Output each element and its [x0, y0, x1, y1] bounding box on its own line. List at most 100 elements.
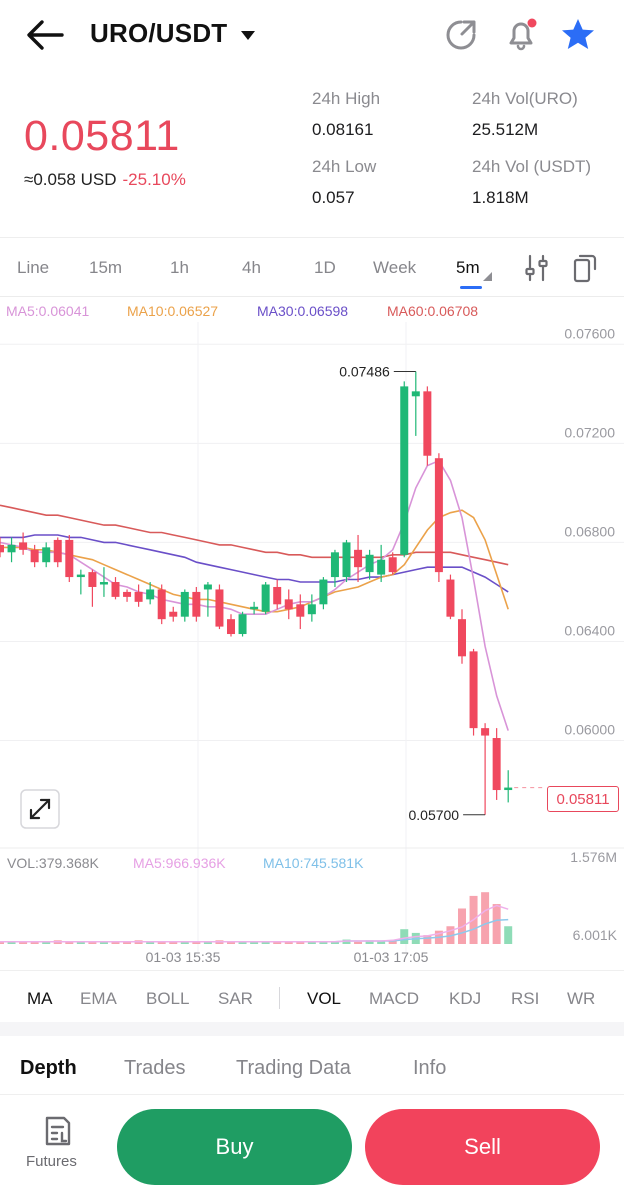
tab-trades[interactable]: Trades	[124, 1057, 186, 1080]
indicator-bar: MA EMA BOLL SAR VOL MACD KDJ RSI WR	[0, 970, 624, 1023]
vol-quote-label: 24h Vol (USDT)	[472, 157, 592, 176]
candle-body	[330, 552, 339, 578]
candle-body	[388, 557, 397, 573]
candle-body	[203, 584, 212, 590]
indicator-vol[interactable]: VOL	[307, 989, 341, 1009]
tab-trading-data[interactable]: Trading Data	[236, 1057, 351, 1080]
tab-4h[interactable]: 4h	[242, 258, 261, 278]
candle-body	[377, 559, 386, 575]
indicator-sar[interactable]: SAR	[218, 989, 253, 1009]
tab-5m[interactable]: 5m	[456, 258, 480, 278]
price-axis-label: 0.06800	[564, 523, 615, 539]
candle-body	[446, 579, 455, 617]
indicator-boll[interactable]: BOLL	[146, 989, 189, 1009]
candle-body	[319, 579, 328, 605]
sell-button[interactable]: Sell	[365, 1109, 600, 1185]
indicator-wr[interactable]: WR	[567, 989, 595, 1009]
volume-bar	[400, 929, 409, 944]
vol-ma10-legend: MA10:745.581K	[263, 855, 364, 871]
price-axis-label: 0.06400	[564, 622, 615, 638]
indicator-kdj[interactable]: KDJ	[449, 989, 481, 1009]
back-arrow-icon[interactable]	[26, 18, 64, 52]
vol-base-label: 24h Vol(URO)	[472, 89, 578, 108]
candle-body	[227, 619, 235, 635]
indicator-ema[interactable]: EMA	[80, 989, 117, 1009]
candle-body	[192, 591, 201, 617]
candle-body	[261, 584, 270, 612]
candle-body	[411, 391, 420, 397]
top-bar: URO/USDT	[0, 0, 624, 72]
buy-button[interactable]: Buy	[117, 1109, 352, 1185]
candle-body	[423, 391, 432, 456]
tab-depth[interactable]: Depth	[20, 1057, 77, 1080]
ma10-line	[0, 509, 509, 613]
trade-actions: Futures Buy Sell	[0, 1094, 624, 1201]
time-axis-label: 01-03 17:05	[354, 949, 429, 965]
candle-body	[7, 544, 16, 553]
candle-body	[111, 582, 120, 597]
current-price-tag: 0.05811	[547, 786, 619, 812]
tab-1d[interactable]: 1D	[314, 258, 336, 278]
candle-body	[342, 542, 351, 578]
fiat-price-row: ≈0.058 USD -25.10%	[24, 170, 186, 190]
vol-legend: VOL:379.368K	[7, 855, 100, 871]
dropdown-caret-icon[interactable]	[240, 30, 256, 41]
vol-quote-value: 1.818M	[472, 188, 529, 207]
futures-label[interactable]: Futures	[26, 1153, 77, 1170]
volume-bar	[192, 942, 201, 944]
active-tab-indicator	[460, 286, 482, 289]
fiat-price: ≈0.058 USD	[24, 170, 117, 189]
candle-body	[0, 544, 4, 553]
time-axis-label: 01-03 15:35	[146, 949, 221, 965]
tab-info[interactable]: Info	[413, 1057, 446, 1080]
candle-body	[169, 611, 178, 617]
candle-body	[76, 574, 85, 578]
candle-body	[238, 614, 247, 635]
pair-title[interactable]: URO/USDT	[90, 18, 227, 49]
candle-body	[88, 572, 97, 587]
notification-bell-icon[interactable]	[503, 16, 539, 52]
price-axis-label: 0.07600	[564, 325, 615, 341]
candle-body	[434, 458, 443, 573]
price-axis-label: 0.07200	[564, 424, 615, 440]
tab-week[interactable]: Week	[373, 258, 416, 278]
ma5-line	[0, 459, 509, 731]
indicator-divider	[279, 987, 280, 1009]
candle-body	[99, 582, 108, 585]
volume-bar	[273, 942, 282, 944]
tab-line[interactable]: Line	[17, 258, 49, 278]
tab-15m[interactable]: 15m	[89, 258, 122, 278]
rotate-screen-icon[interactable]	[572, 253, 598, 283]
candle-body	[123, 591, 132, 597]
price-axis-label: 0.06000	[564, 722, 615, 738]
favorite-star-icon[interactable]	[560, 17, 596, 53]
section-gap	[0, 1022, 624, 1036]
candle-body	[307, 604, 316, 615]
ticker-panel: 0.05811 ≈0.058 USD -25.10% 24h High 0.081…	[0, 72, 624, 238]
price-change: -25.10%	[122, 170, 186, 189]
candle-body	[400, 386, 409, 555]
candle-body	[284, 599, 293, 610]
volume-bar	[354, 941, 363, 944]
last-price: 0.05811	[24, 112, 180, 160]
candle-body	[469, 651, 478, 729]
candle-body	[296, 604, 305, 617]
candle-body	[134, 591, 143, 602]
high-value: 0.08161	[312, 120, 374, 139]
fullscreen-expand-icon[interactable]	[20, 789, 60, 829]
tab-1h[interactable]: 1h	[170, 258, 189, 278]
ma30-line	[0, 534, 509, 593]
high-marker-label: 0.07486	[339, 364, 390, 380]
indicator-macd[interactable]: MACD	[369, 989, 419, 1009]
indicator-rsi[interactable]: RSI	[511, 989, 539, 1009]
volume-bar	[481, 892, 490, 944]
indicator-settings-icon[interactable]	[524, 254, 550, 282]
volume-bar	[30, 942, 39, 944]
kline-chart-svg[interactable]: 0.07600 0.07200 0.06800 0.06400 0.06000 VOL:…	[0, 322, 624, 972]
timeframe-bar: Line 15m 1h 4h 1D Week 5m	[0, 238, 624, 297]
indicator-ma[interactable]: MA	[27, 989, 53, 1009]
ma60-legend: MA60:0.06708	[387, 303, 479, 319]
futures-icon[interactable]	[42, 1115, 74, 1147]
kline-chart[interactable]: 0.07600 0.07200 0.06800 0.06400 0.06000 VOL:…	[0, 322, 624, 972]
share-icon[interactable]	[444, 18, 478, 52]
